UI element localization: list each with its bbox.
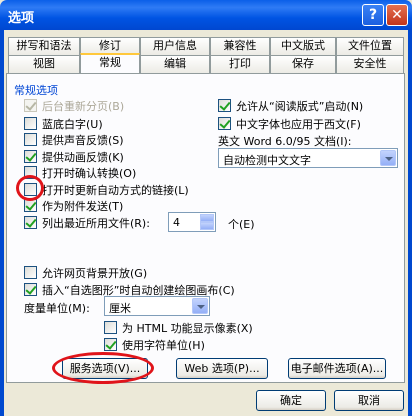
tab-user-info[interactable]: 用户信息 [140, 37, 210, 55]
option-confirm-conversion[interactable]: 打开时确认转换(O) [24, 165, 136, 180]
measure-unit-select[interactable]: 厘米 [104, 296, 210, 316]
checkbox[interactable] [24, 266, 37, 279]
option-update-links[interactable]: 打开时更新自动方式的链接(L) [24, 182, 189, 197]
english-word-label: 英文 Word 6.0/95 文档(I): [218, 135, 352, 148]
service-options-button[interactable]: 服务选项(V)... [62, 358, 148, 379]
option-sound-feedback[interactable]: 提供声音反馈(S) [24, 132, 124, 147]
recent-files-unit: 个(E) [228, 218, 255, 231]
option-label: 允许从“阅读版式”启动(N) [236, 99, 364, 113]
option-label: 蓝底白字(U) [42, 117, 103, 131]
checkbox[interactable] [104, 321, 117, 334]
help-button[interactable]: ? [362, 4, 384, 26]
tab-security[interactable]: 安全性 [336, 55, 404, 73]
option-label: 提供声音反馈(S) [42, 133, 124, 147]
tab-print[interactable]: 打印 [210, 55, 270, 73]
option-auto-canvas[interactable]: 插入“自选图形”时自动创建绘图画布(C) [24, 282, 235, 297]
checkbox[interactable] [104, 338, 117, 351]
option-label: 列出最近所用文件(R): [42, 216, 150, 230]
option-recent-files[interactable]: 列出最近所用文件(R): [24, 215, 150, 230]
option-background-repagination[interactable]: 后台重新分页(B) [24, 98, 124, 113]
recent-files-count: 4 [173, 216, 180, 229]
option-label: 打开时确认转换(O) [42, 166, 137, 180]
window-title: 选项 [8, 11, 35, 26]
tab-spelling[interactable]: 拼写和语法 [8, 37, 80, 55]
tab-view[interactable]: 视图 [8, 55, 80, 73]
measure-unit-label: 度量单位(M): [24, 302, 90, 315]
checkbox[interactable] [24, 183, 37, 196]
option-label: 允许网页背景开放(G) [42, 266, 148, 280]
checkbox[interactable] [24, 199, 37, 212]
option-label: 中文字体也应用于西文(F) [236, 117, 361, 131]
chevron-down-icon[interactable] [192, 298, 208, 314]
checkbox[interactable] [218, 117, 231, 130]
checkbox[interactable] [218, 99, 231, 112]
tab-compatibility[interactable]: 兼容性 [210, 37, 270, 55]
checkbox[interactable] [24, 150, 37, 163]
email-options-button[interactable]: 电子邮件选项(A)... [288, 358, 386, 379]
english-word-value: 自动检测中文文字 [223, 154, 311, 167]
option-label: 使用字符单位(H) [122, 338, 205, 352]
option-label: 作为附件发送(T) [42, 199, 124, 213]
option-label: 提供动画反馈(K) [42, 150, 124, 164]
checkbox[interactable] [24, 133, 37, 146]
section-title: 常规选项 [14, 84, 58, 97]
option-web-background[interactable]: 允许网页背景开放(G) [24, 265, 147, 280]
option-label: 打开时更新自动方式的链接(L) [42, 183, 189, 197]
tab-asian-typography[interactable]: 中文版式 [270, 37, 336, 55]
option-chinese-font-western[interactable]: 中文字体也应用于西文(F) [218, 116, 361, 131]
option-blue-background[interactable]: 蓝底白字(U) [24, 116, 103, 131]
tab-file-locations[interactable]: 文件位置 [336, 37, 404, 55]
option-animation-feedback[interactable]: 提供动画反馈(K) [24, 149, 124, 164]
recent-files-spinner[interactable]: 4 [168, 212, 216, 232]
web-options-button[interactable]: Web 选项(P)... [176, 358, 268, 379]
tab-edit[interactable]: 编辑 [140, 55, 210, 73]
close-button[interactable]: ✕ [386, 4, 408, 26]
option-character-units[interactable]: 使用字符单位(H) [104, 337, 205, 352]
window-frame-right [408, 30, 412, 416]
option-label: 后台重新分页(B) [42, 99, 125, 113]
spin-down-arrow-icon[interactable] [200, 222, 214, 230]
tab-save[interactable]: 保存 [270, 55, 336, 73]
measure-unit-value: 厘米 [109, 302, 131, 315]
chevron-down-icon[interactable] [380, 150, 396, 166]
window-frame-left [0, 30, 4, 416]
tab-general[interactable]: 常规 [80, 53, 140, 73]
checkbox[interactable] [24, 283, 37, 296]
title-bar: 选项 ? ✕ [0, 0, 412, 30]
checkbox[interactable] [24, 99, 37, 112]
option-html-pixels[interactable]: 为 HTML 功能显示像素(X) [104, 320, 253, 335]
ok-button[interactable]: 确定 [256, 390, 326, 411]
option-send-as-attachment[interactable]: 作为附件发送(T) [24, 198, 123, 213]
checkbox[interactable] [24, 216, 37, 229]
spin-up-arrow-icon[interactable] [200, 214, 214, 222]
cancel-button[interactable]: 取消 [334, 390, 404, 411]
checkbox[interactable] [24, 117, 37, 130]
option-label: 为 HTML 功能显示像素(X) [122, 321, 253, 335]
option-reading-layout[interactable]: 允许从“阅读版式”启动(N) [218, 98, 363, 113]
checkbox[interactable] [24, 166, 37, 179]
english-word-select[interactable]: 自动检测中文文字 [218, 148, 398, 168]
